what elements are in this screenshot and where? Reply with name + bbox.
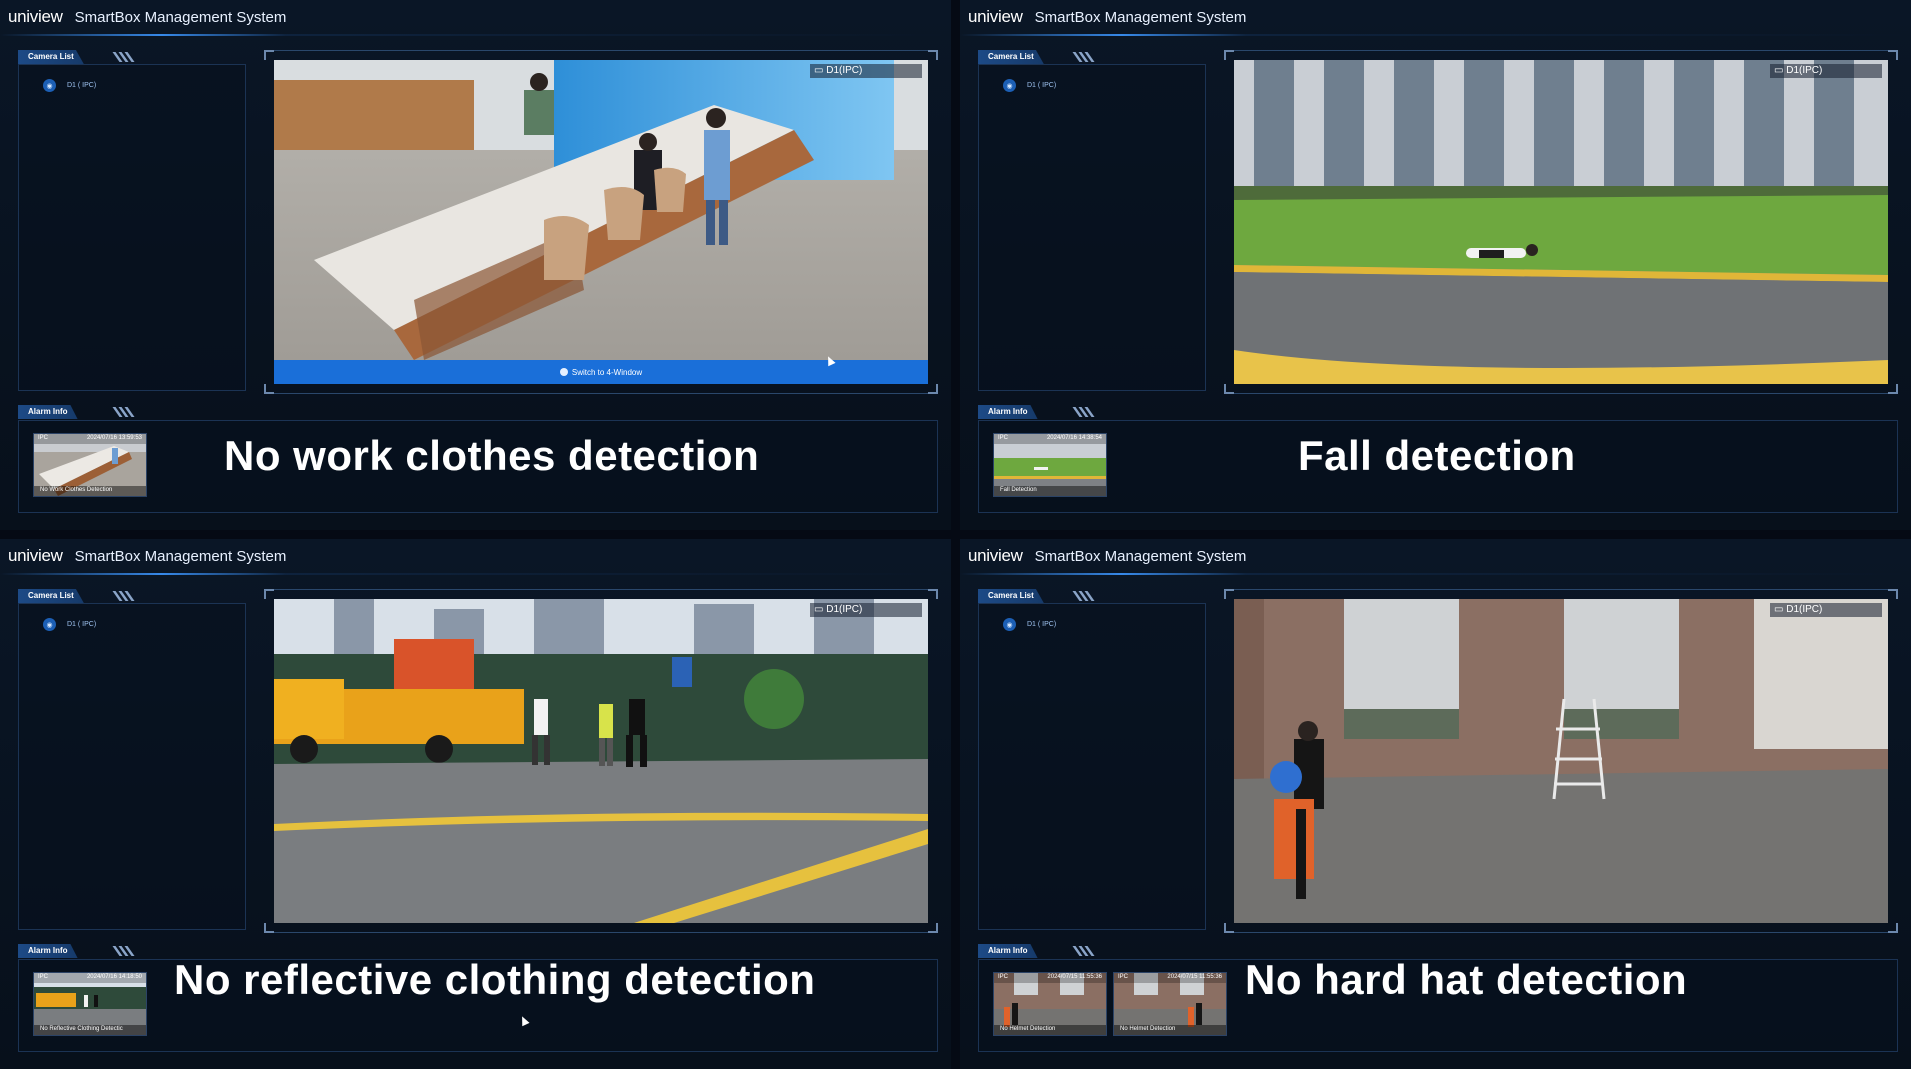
camera-list-tab[interactable]: Camera List	[978, 50, 1044, 64]
alarm-source: IPC	[38, 435, 49, 441]
feature-caption: Fall detection	[1298, 432, 1576, 479]
alarm-caption: No Helmet Detection	[994, 1025, 1106, 1035]
alarm-caption: No Reflective Clothing Detectic	[34, 1025, 146, 1035]
video-channel-label: ▭ D1(IPC)	[1770, 603, 1882, 617]
camera-item-d1[interactable]: ◉ D1 ( IPC)	[43, 79, 96, 92]
alarm-source: IPC	[38, 974, 49, 980]
video-feed[interactable]: ▭ D1(IPC)	[1234, 60, 1888, 384]
camera-item-d1[interactable]: ◉ D1 ( IPC)	[1003, 79, 1056, 92]
alarm-caption: No Work Clothes Detection	[34, 486, 146, 496]
alarm-thumbnail[interactable]: IPC 2024/07/16 13:59:53 No Work Clothes D…	[33, 433, 147, 497]
screen-reflective-clothing: uniview SmartBox Management System Camer…	[0, 539, 951, 1069]
uniview-logo: uniview	[8, 7, 63, 26]
alarm-info-tab[interactable]: Alarm Info	[978, 405, 1038, 419]
app-header: uniview SmartBox Management System	[0, 0, 951, 34]
app-title: SmartBox Management System	[1034, 8, 1247, 26]
camera-list-tab[interactable]: Camera List	[18, 589, 84, 603]
video-frame: ▭ D1(IPC)	[1224, 589, 1898, 933]
alarm-caption: Fall Detection	[994, 486, 1106, 496]
camera-icon: ◉	[43, 618, 56, 631]
alarm-caption: No Helmet Detection	[1114, 1025, 1226, 1035]
video-channel-label: ▭ D1(IPC)	[810, 603, 922, 617]
tab-stripes-icon	[1072, 591, 1098, 601]
camera-item-d1[interactable]: ◉ D1 ( IPC)	[43, 618, 96, 631]
camera-list-tab[interactable]: Camera List	[18, 50, 84, 64]
video-frame: ▭ D1(IPC)	[1224, 50, 1898, 394]
video-feed[interactable]: ▭ D1(IPC)	[1234, 599, 1888, 923]
alarm-time: 2024/07/16 14:18:50	[86, 974, 142, 980]
camera-icon: ◉	[43, 79, 56, 92]
switch-icon	[559, 368, 568, 376]
header-divider	[960, 573, 1911, 575]
alarm-info-tab[interactable]: Alarm Info	[18, 944, 78, 958]
uniview-logo: uniview	[8, 546, 63, 565]
camera-item-label: D1 ( IPC)	[67, 82, 97, 89]
camera-item-d1[interactable]: ◉ D1 ( IPC)	[1003, 618, 1056, 631]
alarm-time: 2024/07/16 13:59:53	[86, 435, 142, 441]
app-header: uniview SmartBox Management System	[0, 539, 951, 573]
alarm-thumbnail[interactable]: IPC 2024/07/16 14:38:54 Fall Detection	[993, 433, 1107, 497]
camera-item-label: D1 ( IPC)	[67, 621, 97, 628]
feature-caption: No reflective clothing detection	[174, 956, 816, 1003]
video-channel-label: ▭ D1(IPC)	[1770, 64, 1882, 78]
video-channel-label: ▭ D1(IPC)	[810, 64, 922, 78]
video-frame: ▭ D1(IPC) Switch to 4-Window	[264, 50, 938, 394]
camera-item-label: D1 ( IPC)	[1027, 621, 1057, 628]
four-window-grid: uniview SmartBox Management System Camer…	[0, 0, 1911, 1069]
warehouse-scene-image	[1234, 599, 1888, 923]
app-header: uniview SmartBox Management System	[960, 0, 1911, 34]
app-title: SmartBox Management System	[1034, 547, 1247, 565]
alarm-time: 2024/07/15 11:55:36	[1167, 974, 1222, 980]
app-header: uniview SmartBox Management System	[960, 539, 1911, 573]
camera-icon: ◉	[1003, 618, 1016, 631]
camera-list-panel: ◉ D1 ( IPC)	[978, 603, 1206, 930]
screen-fall-detection: uniview SmartBox Management System Camer…	[960, 0, 1911, 530]
camera-list-panel: ◉ D1 ( IPC)	[18, 603, 246, 930]
app-title: SmartBox Management System	[74, 547, 287, 565]
tab-stripes-icon	[112, 407, 138, 417]
video-feed[interactable]: ▭ D1(IPC) Switch to 4-Window	[274, 60, 928, 384]
tab-stripes-icon	[112, 52, 138, 62]
tab-stripes-icon	[1072, 407, 1098, 417]
street-scene-image	[274, 599, 928, 923]
screen-hard-hat: uniview SmartBox Management System Camer…	[960, 539, 1911, 1069]
video-frame: ▭ D1(IPC)	[264, 589, 938, 933]
uniview-logo: uniview	[968, 7, 1023, 26]
header-divider	[0, 34, 951, 36]
video-feed[interactable]: ▭ D1(IPC)	[274, 599, 928, 923]
alarm-time: 2024/07/15 11:55:36	[1047, 974, 1102, 980]
alarm-source: IPC	[998, 435, 1009, 441]
header-divider	[0, 573, 951, 575]
tab-stripes-icon	[112, 591, 138, 601]
camera-list-tab[interactable]: Camera List	[978, 589, 1044, 603]
lawn-scene-image	[1234, 60, 1888, 384]
header-divider	[960, 34, 1911, 36]
switch-window-label: Switch to 4-Window	[571, 367, 643, 377]
screen-work-clothes: uniview SmartBox Management System Camer…	[0, 0, 951, 530]
alarm-source: IPC	[1118, 974, 1129, 980]
camera-icon: ◉	[1003, 79, 1016, 92]
feature-caption: No hard hat detection	[1245, 956, 1688, 1003]
camera-item-label: D1 ( IPC)	[1027, 82, 1057, 89]
alarm-info-tab[interactable]: Alarm Info	[978, 944, 1038, 958]
alarm-info-tab[interactable]: Alarm Info	[18, 405, 78, 419]
uniview-logo: uniview	[968, 546, 1023, 565]
app-title: SmartBox Management System	[74, 8, 287, 26]
feature-caption: No work clothes detection	[224, 432, 760, 479]
tab-stripes-icon	[1072, 946, 1098, 956]
camera-list-panel: ◉ D1 ( IPC)	[18, 64, 246, 391]
alarm-thumbnail[interactable]: IPC 2024/07/15 11:55:36 No Helmet Detecti…	[993, 972, 1107, 1036]
tab-stripes-icon	[112, 946, 138, 956]
camera-list-panel: ◉ D1 ( IPC)	[978, 64, 1206, 391]
alarm-time: 2024/07/16 14:38:54	[1046, 435, 1102, 441]
tab-stripes-icon	[1072, 52, 1098, 62]
alarm-thumbnail[interactable]: IPC 2024/07/16 14:18:50 No Reflective Clo…	[33, 972, 147, 1036]
lobby-scene-image	[274, 60, 928, 384]
alarm-thumbnail[interactable]: IPC 2024/07/15 11:55:36 No Helmet Detecti…	[1113, 972, 1227, 1036]
alarm-source: IPC	[998, 974, 1009, 980]
